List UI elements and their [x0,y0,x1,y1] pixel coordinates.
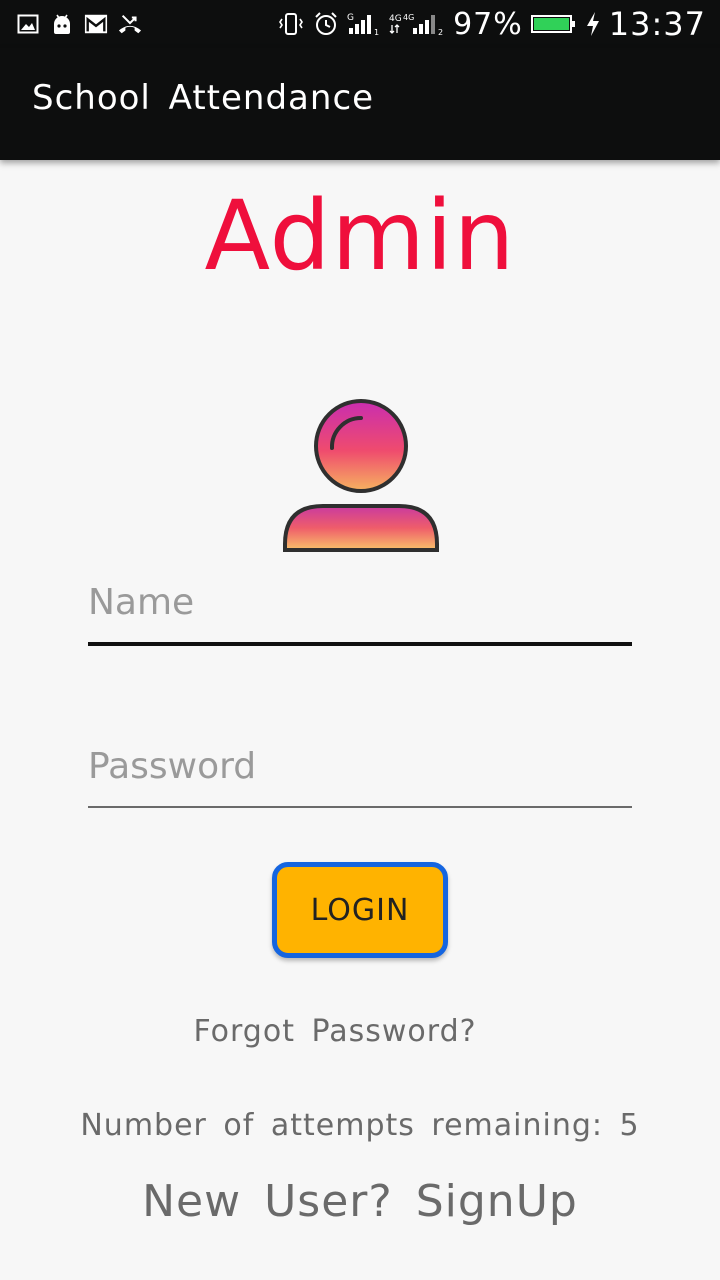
image-icon [16,12,40,36]
name-field[interactable] [88,582,632,646]
android-icon [50,12,74,36]
password-input[interactable] [88,746,632,797]
vibrate-icon [277,11,305,37]
login-button[interactable]: LOGIN [272,862,448,958]
alarm-icon [313,11,339,37]
page-title: Admin [204,180,516,292]
password-field[interactable] [88,746,632,808]
signal-4g-icon: 4G 4G 2 [389,11,445,37]
notification-icons [16,10,142,38]
svg-text:G: G [347,13,354,23]
gmail-icon [84,12,108,36]
clock: 13:37 [608,5,706,43]
user-avatar-icon [280,396,442,554]
forgot-password-link[interactable]: Forgot Password? [0,1014,670,1049]
charging-icon [585,11,601,37]
battery-percent: 97% [453,6,523,42]
status-bar: G1 4G 4G 2 97% 13:37 [0,0,720,48]
name-input[interactable] [88,582,632,633]
missed-call-icon [118,12,142,36]
svg-text:1: 1 [374,28,379,37]
signup-link[interactable]: New User? SignUp [0,1176,720,1227]
battery-icon [530,11,577,37]
app-title: School Attendance [32,78,375,118]
svg-text:4G: 4G [403,13,414,22]
svg-text:2: 2 [438,28,443,37]
system-indicators: G1 4G 4G 2 97% 13:37 [277,0,706,48]
svg-text:4G: 4G [389,14,402,24]
app-bar: School Attendance [0,48,720,160]
signal-g-icon: G1 [347,11,381,37]
attempts-remaining-text: Number of attempts remaining: 5 [80,1108,640,1143]
